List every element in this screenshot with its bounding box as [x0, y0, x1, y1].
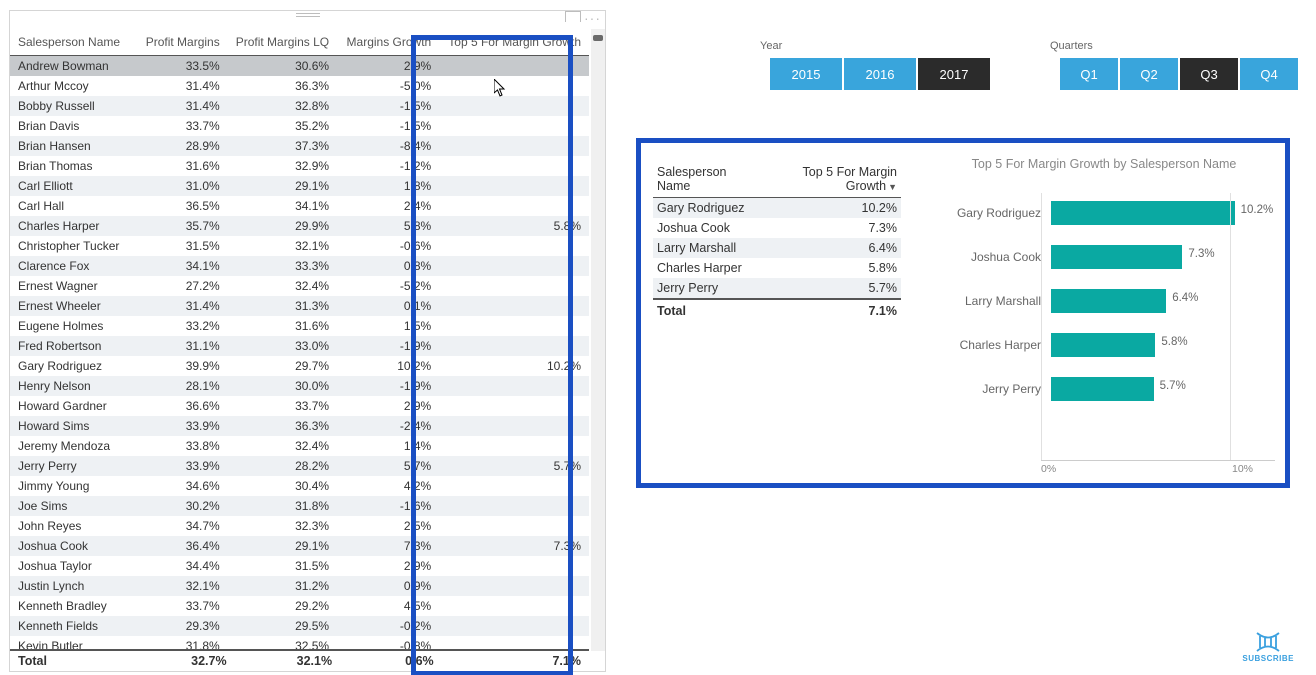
- slicer-button[interactable]: Q4: [1240, 58, 1298, 90]
- table-row[interactable]: Gary Rodriguez39.9%29.7%10.2%10.2%: [10, 356, 589, 376]
- table-row[interactable]: Ernest Wagner27.2%32.4%-5.2%: [10, 276, 589, 296]
- table-row[interactable]: Carl Hall36.5%34.1%2.4%: [10, 196, 589, 216]
- table-row[interactable]: Andrew Bowman33.5%30.6%2.9%: [10, 56, 589, 77]
- table-row[interactable]: Ernest Wheeler31.4%31.3%0.1%: [10, 296, 589, 316]
- table-row[interactable]: Charles Harper35.7%29.9%5.8%5.8%: [10, 216, 589, 236]
- quarter-slicer[interactable]: Q1Q2Q3Q4: [1060, 58, 1300, 90]
- dna-icon: [1254, 631, 1282, 653]
- top5-bar-chart[interactable]: Top 5 For Margin Growth by Salesperson N…: [933, 157, 1275, 471]
- table-row[interactable]: Charles Harper5.8%: [653, 258, 901, 278]
- salesperson-table[interactable]: Salesperson Name Profit Margins Profit M…: [10, 29, 589, 651]
- table-row[interactable]: John Reyes34.7%32.3%2.5%: [10, 516, 589, 536]
- table-row[interactable]: Fred Robertson31.1%33.0%-1.9%: [10, 336, 589, 356]
- table-row[interactable]: Justin Lynch32.1%31.2%0.9%: [10, 576, 589, 596]
- table-row[interactable]: Joshua Taylor34.4%31.5%2.9%: [10, 556, 589, 576]
- gridline-10: [1230, 193, 1231, 461]
- bar-value-label: 5.7%: [1160, 380, 1186, 392]
- table-row[interactable]: Brian Hansen28.9%37.3%-8.4%: [10, 136, 589, 156]
- table-row[interactable]: Henry Nelson28.1%30.0%-1.9%: [10, 376, 589, 396]
- bar-value-label: 6.4%: [1172, 292, 1198, 304]
- table-row[interactable]: Kenneth Bradley33.7%29.2%4.5%: [10, 596, 589, 616]
- gridline-0: [1041, 193, 1042, 461]
- table-row[interactable]: Joshua Cook7.3%: [653, 218, 901, 238]
- slicer-button[interactable]: Q3: [1180, 58, 1238, 90]
- slicer-button[interactable]: Q2: [1120, 58, 1178, 90]
- table-row[interactable]: Jerry Perry33.9%28.2%5.7%5.7%: [10, 456, 589, 476]
- table-row[interactable]: Kenneth Fields29.3%29.5%-0.2%: [10, 616, 589, 636]
- vertical-scrollbar[interactable]: [591, 29, 605, 651]
- table-row[interactable]: Carl Elliott31.0%29.1%1.8%: [10, 176, 589, 196]
- top5-total-label: Total: [653, 299, 761, 321]
- table-row[interactable]: Jimmy Young34.6%30.4%4.2%: [10, 476, 589, 496]
- bar-category-label: Larry Marshall: [933, 294, 1051, 308]
- quarter-slicer-label: Quarters: [1050, 40, 1093, 52]
- top5-table[interactable]: Salesperson Name Top 5 For Margin Growth…: [653, 161, 901, 321]
- table-total-row: Total 32.7% 32.1% 0.6% 7.1%: [10, 649, 589, 671]
- col-header-t5[interactable]: Top 5 For Margin Growth: [439, 29, 589, 56]
- bar-value-label: 5.8%: [1161, 336, 1187, 348]
- bar-category-label: Joshua Cook: [933, 250, 1051, 264]
- col-header-pm[interactable]: Profit Margins: [136, 29, 228, 56]
- table-row[interactable]: Brian Thomas31.6%32.9%-1.2%: [10, 156, 589, 176]
- bar-category-label: Gary Rodriguez: [933, 206, 1051, 220]
- slicer-button[interactable]: 2015: [770, 58, 842, 90]
- table-row[interactable]: Howard Gardner36.6%33.7%2.9%: [10, 396, 589, 416]
- year-slicer-label: Year: [760, 40, 782, 52]
- subscribe-badge[interactable]: SUBSCRIBE: [1242, 631, 1294, 663]
- table-row[interactable]: Brian Davis33.7%35.2%-1.5%: [10, 116, 589, 136]
- chart-x-axis: 0% 10%: [1041, 460, 1275, 475]
- bar-category-label: Jerry Perry: [933, 382, 1051, 396]
- table-row[interactable]: Jerry Perry5.7%: [653, 278, 901, 299]
- sort-desc-icon: ▼: [888, 182, 897, 192]
- top5-col-value[interactable]: Top 5 For Margin Growth▼: [761, 161, 901, 198]
- bar-value-label: 10.2%: [1241, 204, 1274, 216]
- chart-bar[interactable]: Joshua Cook 7.3%: [933, 235, 1275, 279]
- table-row[interactable]: Gary Rodriguez10.2%: [653, 198, 901, 219]
- chart-title: Top 5 For Margin Growth by Salesperson N…: [933, 157, 1275, 171]
- col-header-name[interactable]: Salesperson Name: [10, 29, 136, 56]
- chart-bar[interactable]: Jerry Perry 5.7%: [933, 367, 1275, 411]
- salesperson-table-visual[interactable]: ··· Salesperson Name Profit Margins Prof…: [9, 10, 606, 672]
- table-row[interactable]: Christopher Tucker31.5%32.1%-0.6%: [10, 236, 589, 256]
- top5-col-name[interactable]: Salesperson Name: [653, 161, 761, 198]
- top5-total-value: 7.1%: [761, 299, 901, 321]
- table-row[interactable]: Clarence Fox34.1%33.3%0.8%: [10, 256, 589, 276]
- focus-mode-icon[interactable]: [565, 11, 581, 22]
- chart-bar[interactable]: Gary Rodriguez 10.2%: [933, 191, 1275, 235]
- cursor-icon: [494, 79, 508, 102]
- table-row[interactable]: Joshua Cook36.4%29.1%7.3%7.3%: [10, 536, 589, 556]
- chart-bar[interactable]: Charles Harper 5.8%: [933, 323, 1275, 367]
- year-slicer[interactable]: 201520162017: [770, 58, 992, 90]
- slicer-button[interactable]: 2017: [918, 58, 990, 90]
- more-options-icon[interactable]: ···: [584, 10, 601, 26]
- table-row[interactable]: Eugene Holmes33.2%31.6%1.5%: [10, 316, 589, 336]
- top5-panel: Salesperson Name Top 5 For Margin Growth…: [636, 138, 1290, 488]
- table-row[interactable]: Joe Sims30.2%31.8%-1.6%: [10, 496, 589, 516]
- chart-bar[interactable]: Larry Marshall 6.4%: [933, 279, 1275, 323]
- table-row[interactable]: Howard Sims33.9%36.3%-2.4%: [10, 416, 589, 436]
- drag-grip-icon[interactable]: [296, 13, 320, 16]
- bar-category-label: Charles Harper: [933, 338, 1051, 352]
- table-row[interactable]: Larry Marshall6.4%: [653, 238, 901, 258]
- col-header-mg[interactable]: Margins Growth: [337, 29, 439, 56]
- slicer-button[interactable]: Q1: [1060, 58, 1118, 90]
- col-header-lq[interactable]: Profit Margins LQ: [228, 29, 337, 56]
- bar-value-label: 7.3%: [1188, 248, 1214, 260]
- slicer-button[interactable]: 2016: [844, 58, 916, 90]
- table-row[interactable]: Jeremy Mendoza33.8%32.4%1.4%: [10, 436, 589, 456]
